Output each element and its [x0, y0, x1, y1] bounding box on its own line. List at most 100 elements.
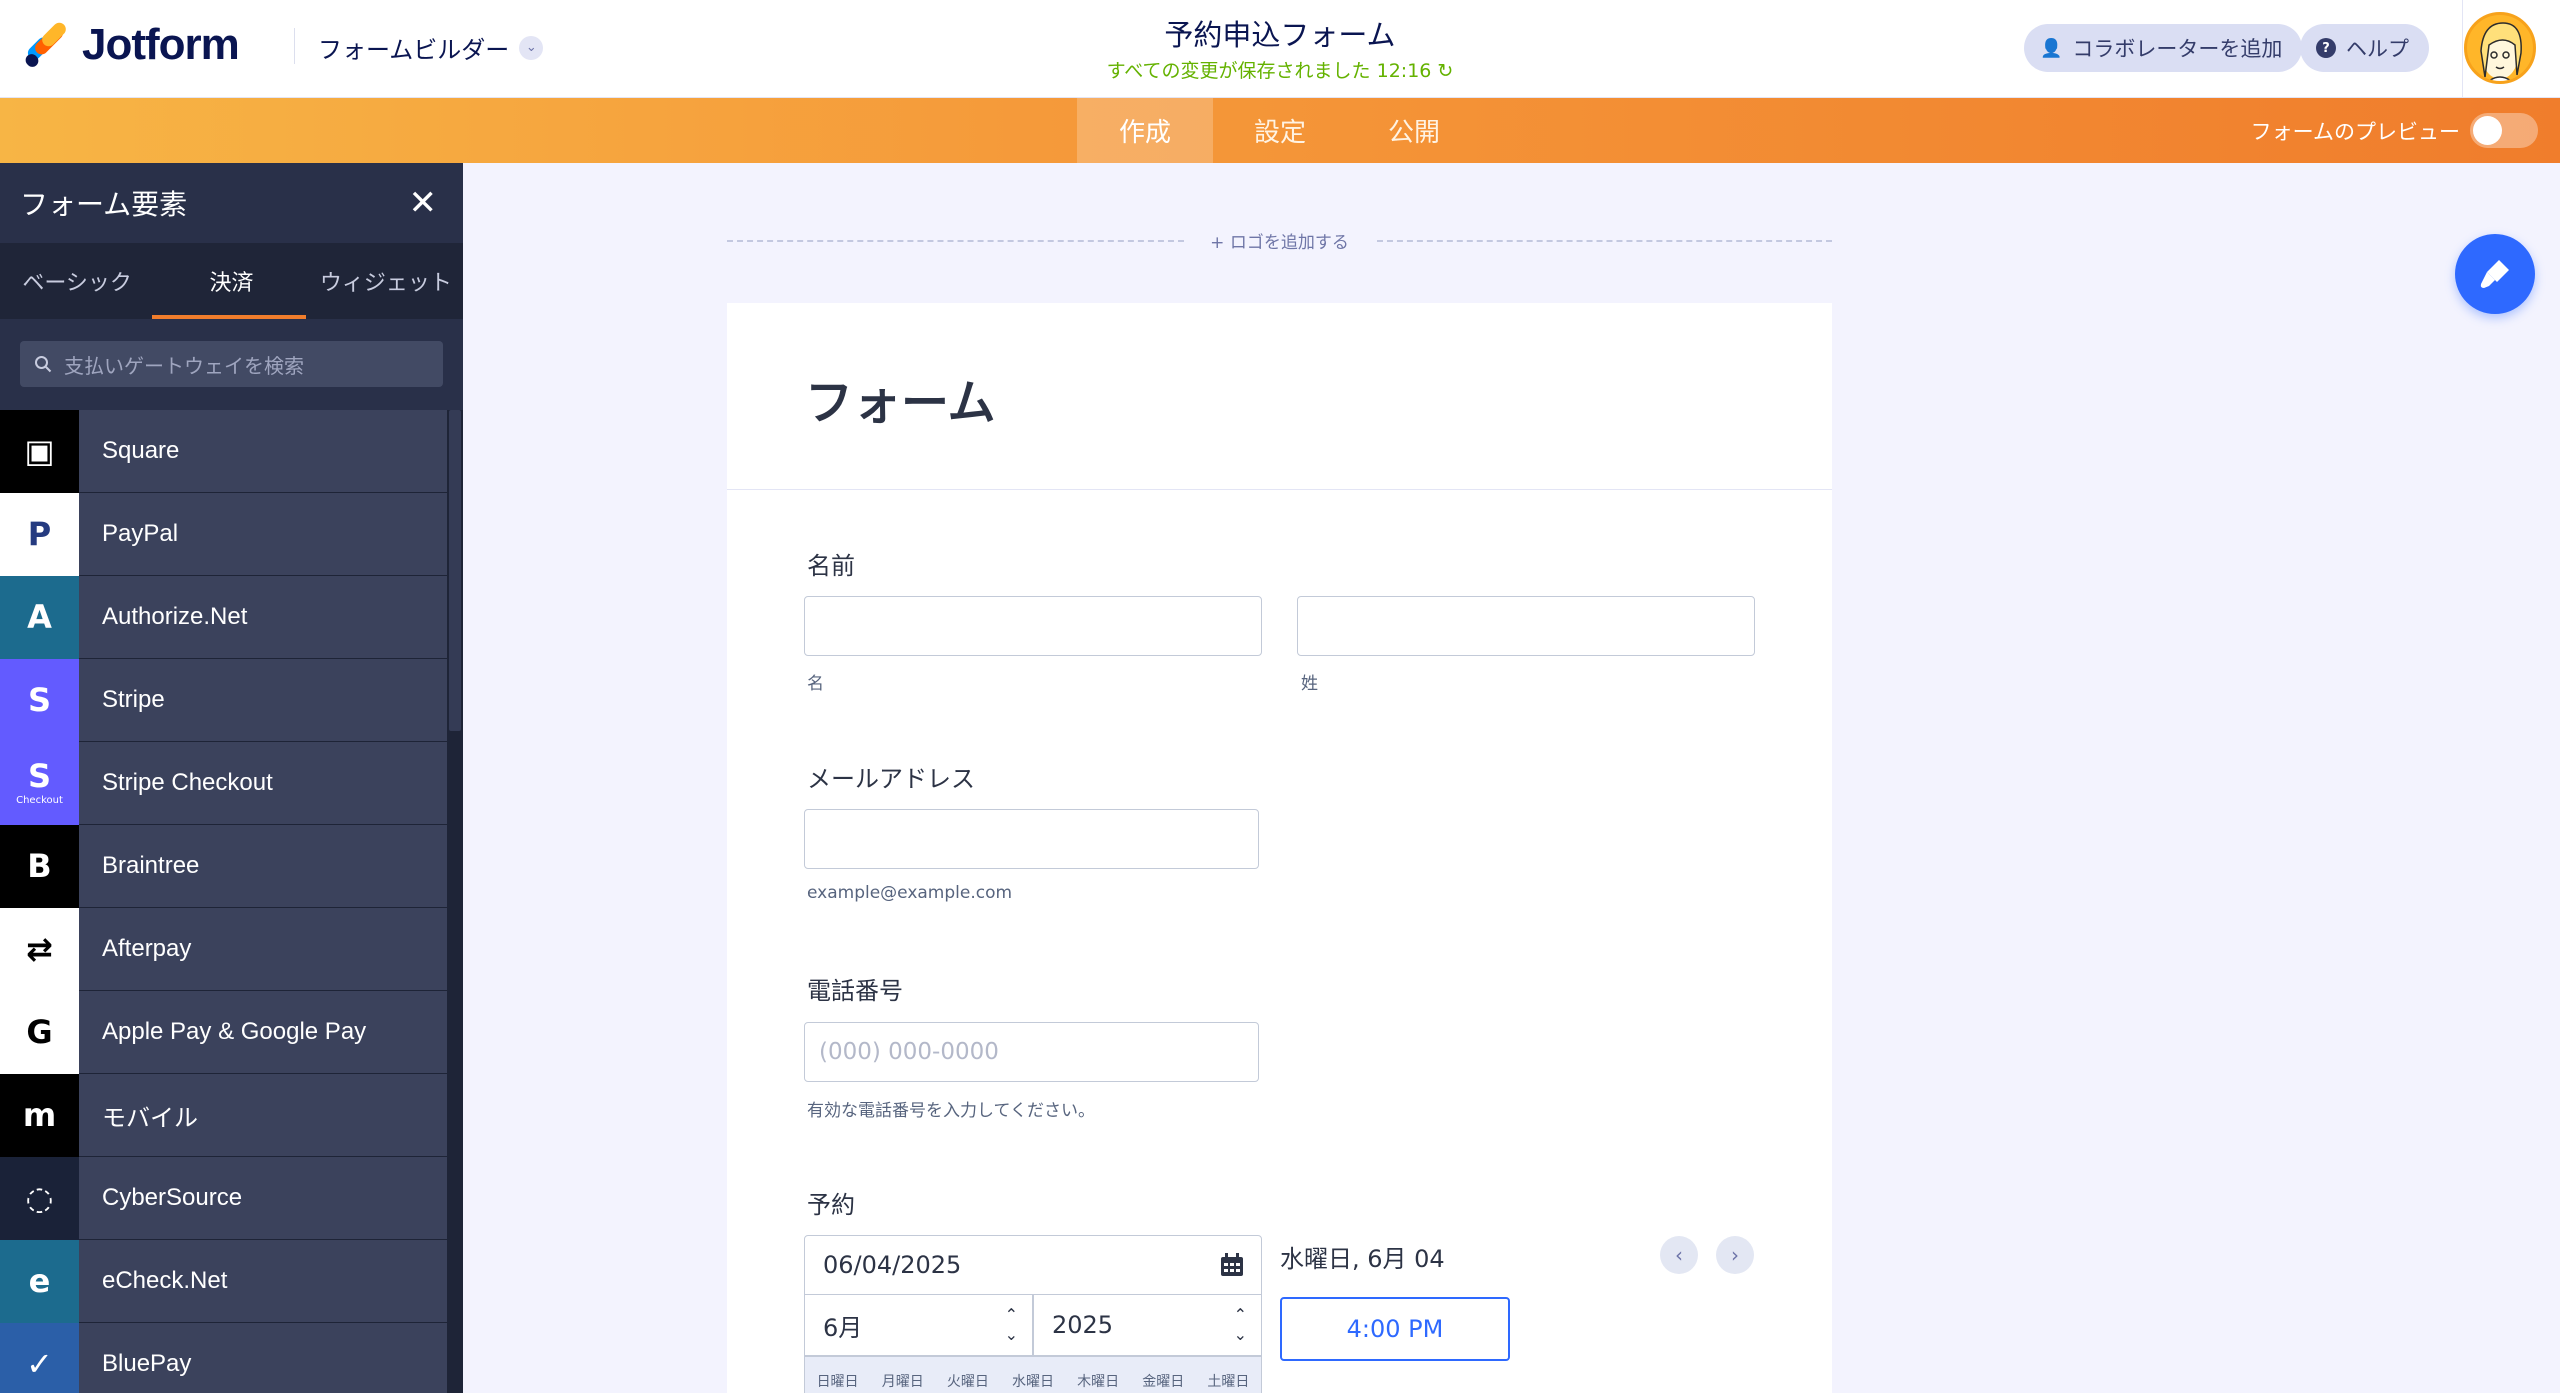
gateway-item-label: Braintree [102, 852, 200, 879]
weekday-label: 木曜日 [1077, 1374, 1120, 1390]
gateway-item[interactable]: P PayPal [0, 492, 447, 576]
gateway-item[interactable]: m モバイル [0, 1073, 447, 1157]
bluepay-logo-icon: ✓ [0, 1322, 79, 1393]
afterpay-logo-icon: ⇄ [0, 907, 79, 991]
help-icon: ? [2316, 38, 2336, 58]
gateway-item[interactable]: ✓ BluePay [0, 1322, 447, 1393]
weekday-label: 金曜日 [1142, 1374, 1185, 1390]
person-icon: 👤 [2040, 37, 2063, 59]
mollie-logo-icon: m [0, 1073, 79, 1157]
gateway-item-label: eCheck.Net [102, 1267, 228, 1294]
gateway-item-label: BluePay [102, 1350, 192, 1377]
builder-navbar: 作成 設定 公開 フォームのプレビュー [0, 98, 2560, 163]
add-collaborator-button[interactable]: 👤 コラボレーターを追加 [2024, 24, 2303, 72]
gateway-item-label: Afterpay [102, 935, 192, 962]
last-name-input[interactable] [1297, 596, 1755, 656]
stepper-arrows-icon: ⌃ ⌄ [1004, 1305, 1018, 1344]
weekday-label: 土曜日 [1207, 1374, 1250, 1390]
year-select[interactable]: 2025 ⌃ ⌄ [1033, 1294, 1262, 1356]
stripe-glyph: S [27, 757, 52, 795]
panel-header: フォーム要素 ✕ [0, 163, 463, 243]
stripe-logo-icon: S [0, 658, 79, 742]
help-button[interactable]: ? ヘルプ [2300, 24, 2429, 72]
panel-title: フォーム要素 [20, 188, 188, 221]
weekday-label: 水曜日 [1011, 1374, 1054, 1390]
time-slot-button[interactable]: 4:00 PM [1280, 1297, 1510, 1361]
toggle-knob [2473, 116, 2502, 145]
email-sublabel: example@example.com [807, 883, 1013, 903]
first-name-sublabel: 名 [807, 674, 824, 694]
gateway-item-label: PayPal [102, 520, 179, 547]
authorize-net-logo-icon: A [0, 575, 79, 659]
gateway-item[interactable]: G Apple Pay & Google Pay [0, 990, 447, 1074]
gateway-item-label: Square [102, 437, 180, 464]
stripe-checkout-logo-icon: S Checkout [0, 741, 79, 825]
save-status-time: 12:16 [1376, 60, 1432, 82]
form-elements-panel: フォーム要素 ✕ ベーシック 決済 ウィジェット 支払いゲートウェイを検索 ▣ S… [0, 163, 463, 1393]
form-designer-button[interactable] [2455, 234, 2535, 314]
paint-roller-icon [2480, 260, 2509, 288]
refresh-icon[interactable]: ↻ [1437, 60, 1453, 82]
weekday-label: 月曜日 [881, 1374, 924, 1390]
form-preview-label: フォームのプレビュー [2250, 119, 2460, 144]
date-value: 06/04/2025 [823, 1251, 962, 1279]
month-select[interactable]: 6月 ⌃ ⌄ [804, 1294, 1033, 1356]
phone-input[interactable]: (000) 000-0000 [804, 1022, 1259, 1082]
gateway-item-label: Apple Pay & Google Pay [102, 1018, 367, 1045]
weekday-label: 火曜日 [946, 1374, 989, 1390]
gateway-item[interactable]: ◌ CyberSource [0, 1156, 447, 1240]
close-icon[interactable]: ✕ [409, 186, 438, 220]
user-avatar[interactable] [2464, 12, 2536, 84]
tab-build[interactable]: 作成 [1077, 98, 1213, 163]
save-status-text: すべての変更が保存されました [1106, 60, 1371, 82]
avatar-divider [2462, 0, 2463, 98]
gateway-item[interactable]: B Braintree [0, 824, 447, 908]
tab-publish[interactable]: 公開 [1347, 98, 1481, 163]
chevron-right-icon: › [1731, 1243, 1739, 1267]
last-name-sublabel: 姓 [1301, 674, 1318, 694]
date-input[interactable]: 06/04/2025 [804, 1235, 1262, 1295]
tab-widgets[interactable]: ウィジェット [309, 243, 463, 319]
echeck-logo-icon: e [0, 1239, 79, 1323]
phone-sublabel: 有効な電話番号を入力してください。 [807, 1101, 1095, 1121]
gateway-item-label: CyberSource [102, 1184, 243, 1211]
stripe-checkout-sub-label: Checkout [16, 795, 63, 806]
first-name-input[interactable] [804, 596, 1262, 656]
gateway-item[interactable]: ▣ Square [0, 409, 447, 493]
add-logo-area[interactable]: + ロゴを追加する [727, 226, 1832, 256]
gateway-item-label: Stripe Checkout [102, 769, 273, 796]
appointment-label: 予約 [807, 1191, 855, 1219]
gateway-item[interactable]: A Authorize.Net [0, 575, 447, 659]
weekday-label: 日曜日 [816, 1374, 859, 1390]
previous-day-button[interactable]: ‹ [1660, 1236, 1698, 1274]
gateway-item[interactable]: S Stripe [0, 658, 447, 742]
gateway-item[interactable]: ⇄ Afterpay [0, 907, 447, 991]
gateway-item-label: Authorize.Net [102, 603, 248, 630]
panel-tabs: ベーシック 決済 ウィジェット [0, 243, 463, 319]
weekday-header: 日曜日 月曜日 火曜日 水曜日 木曜日 金曜日 土曜日 [804, 1356, 1262, 1393]
next-day-button[interactable]: › [1716, 1236, 1754, 1274]
tab-settings[interactable]: 設定 [1213, 98, 1347, 163]
year-value: 2025 [1052, 1311, 1114, 1339]
form-heading[interactable]: フォーム [805, 363, 996, 433]
stepper-arrows-icon: ⌃ ⌄ [1233, 1305, 1247, 1344]
gateway-item[interactable]: e eCheck.Net [0, 1239, 447, 1323]
tab-payments[interactable]: 決済 [154, 243, 308, 319]
name-label: 名前 [807, 552, 855, 580]
panel-scrollbar[interactable] [447, 410, 463, 1393]
apple-google-pay-logo-icon: G [0, 990, 79, 1074]
email-input[interactable] [804, 809, 1259, 869]
form-card: フォーム 名前 名 姓 メールアドレス example@example.com … [727, 303, 1832, 1393]
email-label: メールアドレス [807, 765, 975, 793]
form-preview-toggle[interactable] [2470, 113, 2538, 148]
calendar-icon[interactable] [1219, 1252, 1245, 1278]
paypal-logo-icon: P [0, 492, 79, 576]
gateway-item[interactable]: S Checkout Stripe Checkout [0, 741, 447, 825]
tab-basic[interactable]: ベーシック [0, 243, 154, 319]
add-logo-link[interactable]: + ロゴを追加する [727, 228, 1832, 253]
add-collaborator-label: コラボレーターを追加 [2072, 37, 2283, 61]
gateway-search-input[interactable]: 支払いゲートウェイを検索 [20, 341, 443, 387]
help-label: ヘルプ [2346, 37, 2409, 61]
gateway-list: ▣ Square P PayPal A Authorize.Net S Stripe S Chec… [0, 409, 463, 1393]
scrollbar-thumb[interactable] [449, 410, 461, 731]
